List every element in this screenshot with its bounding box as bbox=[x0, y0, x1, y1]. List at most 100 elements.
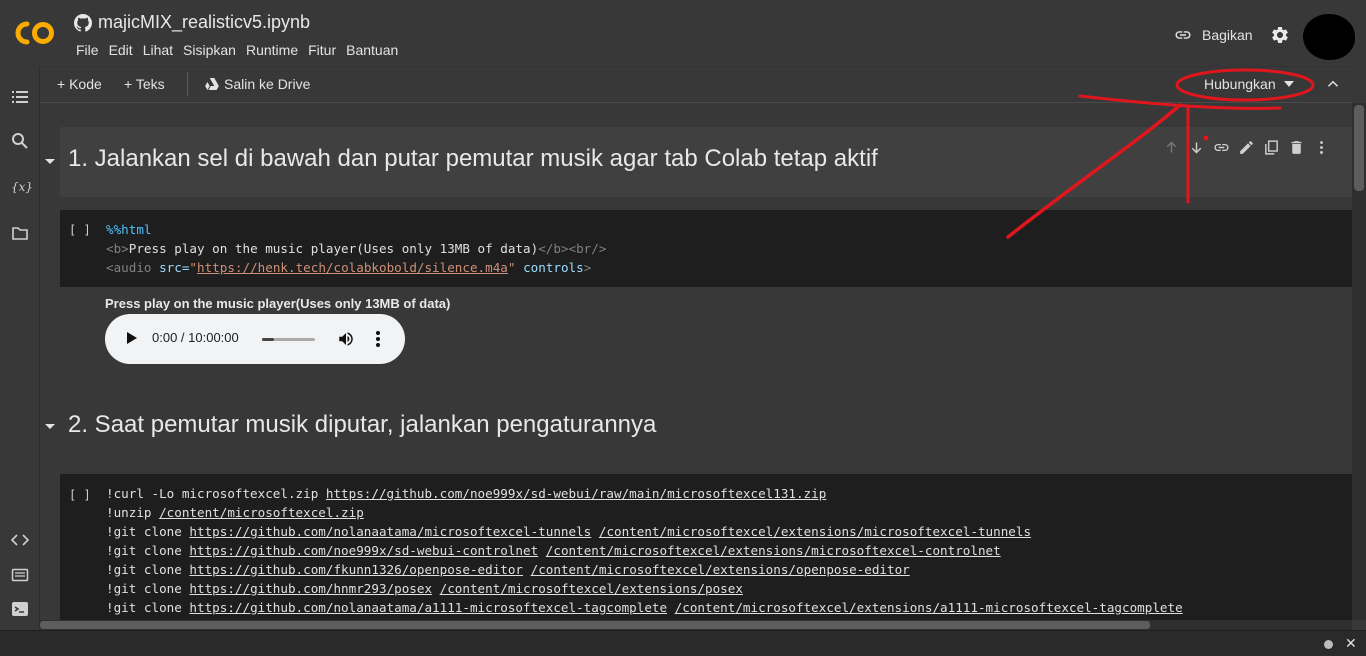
player-progress[interactable] bbox=[262, 338, 315, 341]
code-token: <audio bbox=[106, 260, 160, 275]
audio-player[interactable]: 0:00 / 10:00:00 bbox=[105, 314, 405, 364]
terminal-icon[interactable] bbox=[11, 600, 29, 618]
connect-label: Hubungkan bbox=[1204, 76, 1276, 92]
notebook-toolbar: + Kode + Teks Salin ke Drive Hubungkan bbox=[40, 66, 1352, 103]
code-link[interactable]: https://github.com/fkunn1326/openpose-ed… bbox=[189, 562, 523, 577]
code-token: %%html bbox=[106, 222, 152, 237]
code-token: !git clone bbox=[106, 543, 190, 558]
colab-window: majicMIX_realisticv5.ipynb File Edit Lih… bbox=[0, 0, 1366, 656]
run-cell-button[interactable]: [ ] bbox=[69, 488, 91, 502]
variables-icon[interactable]: {x} bbox=[11, 178, 33, 196]
horizontal-scrollbar[interactable] bbox=[40, 620, 1352, 630]
copy-to-drive-label: Salin ke Drive bbox=[224, 76, 311, 92]
code-token: !git clone bbox=[106, 524, 190, 539]
add-code-button[interactable]: + Kode bbox=[57, 76, 102, 92]
drive-icon bbox=[205, 78, 219, 90]
play-icon[interactable] bbox=[127, 332, 137, 344]
player-more-icon[interactable] bbox=[375, 330, 381, 348]
code-editor[interactable]: !curl -Lo microsoftexcel.zip https://git… bbox=[106, 484, 1183, 617]
folder-icon[interactable] bbox=[11, 224, 29, 242]
code-cell-1[interactable]: [ ] %%html <b>Press play on the music pl… bbox=[60, 210, 1352, 287]
code-link[interactable]: /content/microsoftexcel/extensions/micro… bbox=[546, 543, 1001, 558]
scrollbar-thumb[interactable] bbox=[40, 621, 1150, 629]
colab-logo-icon[interactable] bbox=[14, 20, 56, 46]
more-vert-icon[interactable] bbox=[1313, 139, 1330, 156]
menu-runtime[interactable]: Runtime bbox=[241, 42, 303, 58]
add-text-button[interactable]: + Teks bbox=[124, 76, 165, 92]
code-token: !git clone bbox=[106, 562, 190, 577]
code-line: !git clone https://github.com/nolanaatam… bbox=[106, 522, 1183, 541]
code-cell-2[interactable]: [ ] !curl -Lo microsoftexcel.zip https:/… bbox=[60, 474, 1352, 620]
code-link[interactable]: /content/microsoftexcel/extensions/a1111… bbox=[675, 600, 1183, 615]
settings-gear-icon[interactable] bbox=[1270, 25, 1290, 45]
toc-icon[interactable] bbox=[11, 88, 29, 106]
run-cell-button[interactable]: [ ] bbox=[69, 223, 91, 237]
add-text-label: + Teks bbox=[124, 76, 165, 92]
menu-insert[interactable]: Sisipkan bbox=[178, 42, 241, 58]
code-link[interactable]: https://github.com/nolanaatama/a1111-mic… bbox=[189, 600, 667, 615]
code-link[interactable]: https://github.com/nolanaatama/microsoft… bbox=[189, 524, 591, 539]
section-collapse-icon[interactable] bbox=[45, 156, 55, 166]
menu-edit[interactable]: Edit bbox=[104, 42, 138, 58]
code-token: Press play on the music player(Uses only… bbox=[128, 241, 539, 256]
cell-toolbar bbox=[1163, 139, 1330, 156]
code-token: src= bbox=[159, 260, 190, 275]
code-editor[interactable]: %%html <b>Press play on the music player… bbox=[106, 220, 606, 277]
menu-view[interactable]: Lihat bbox=[138, 42, 178, 58]
code-line: !git clone https://github.com/fkunn1326/… bbox=[106, 560, 1183, 579]
code-line: !curl -Lo microsoftexcel.zip https://git… bbox=[106, 484, 1183, 503]
player-time: 0:00 / 10:00:00 bbox=[152, 330, 239, 345]
code-link[interactable]: /content/microsoftexcel.zip bbox=[159, 505, 364, 520]
github-icon bbox=[74, 13, 92, 32]
code-link[interactable]: /content/microsoftexcel/extensions/posex bbox=[440, 581, 743, 596]
link-icon bbox=[1175, 31, 1191, 39]
section-collapse-icon[interactable] bbox=[45, 421, 55, 431]
menu-file[interactable]: File bbox=[71, 42, 104, 58]
code-link[interactable]: https://github.com/hnmr293/posex bbox=[189, 581, 432, 596]
vertical-scrollbar[interactable] bbox=[1352, 103, 1366, 620]
code-token: > bbox=[583, 260, 592, 275]
code-link[interactable]: /content/microsoftexcel/extensions/openp… bbox=[531, 562, 910, 577]
move-up-icon[interactable] bbox=[1163, 139, 1180, 156]
move-down-icon[interactable] bbox=[1188, 139, 1205, 156]
code-line: !unzip /content/microsoftexcel.zip bbox=[106, 503, 1183, 522]
code-link[interactable]: /content/microsoftexcel/extensions/micro… bbox=[599, 524, 1031, 539]
section-heading-2: 2. Saat pemutar musik diputar, jalankan … bbox=[68, 411, 657, 438]
command-palette-icon[interactable] bbox=[11, 566, 29, 584]
title-row: majicMIX_realisticv5.ipynb bbox=[74, 12, 310, 33]
menu-tools[interactable]: Fitur bbox=[303, 42, 341, 58]
link-icon[interactable] bbox=[1213, 139, 1230, 156]
status-dot-icon bbox=[1324, 640, 1333, 649]
notebook-main: 1. Jalankan sel di bawah dan putar pemut… bbox=[40, 103, 1352, 620]
delete-icon[interactable] bbox=[1288, 139, 1305, 156]
code-token: !git clone bbox=[106, 600, 190, 615]
collapse-header-icon[interactable] bbox=[1324, 75, 1342, 93]
code-token: !curl -Lo microsoftexcel.zip bbox=[106, 486, 326, 501]
menu-help[interactable]: Bantuan bbox=[341, 42, 403, 58]
scrollbar-thumb[interactable] bbox=[1354, 105, 1364, 191]
code-token: !git clone bbox=[106, 581, 190, 596]
search-icon[interactable] bbox=[11, 132, 29, 150]
code-link[interactable]: https://github.com/noe999x/sd-webui/raw/… bbox=[326, 486, 826, 501]
menu-bar: File Edit Lihat Sisipkan Runtime Fitur B… bbox=[71, 42, 403, 58]
code-snippets-icon[interactable] bbox=[11, 531, 29, 549]
code-link[interactable]: https://github.com/noe999x/sd-webui-cont… bbox=[189, 543, 538, 558]
status-bar: ✕ bbox=[0, 630, 1366, 656]
close-icon[interactable]: ✕ bbox=[1345, 635, 1357, 652]
edit-icon[interactable] bbox=[1238, 139, 1255, 156]
toolbar-divider bbox=[187, 72, 188, 96]
code-token: <b> bbox=[106, 241, 129, 256]
mirror-cell-icon[interactable] bbox=[1263, 139, 1280, 156]
player-progress-fill bbox=[262, 338, 274, 341]
code-line: !git clone https://github.com/hnmr293/po… bbox=[106, 579, 1183, 598]
connect-button[interactable]: Hubungkan bbox=[1204, 76, 1294, 92]
code-link[interactable]: https://henk.tech/colabkobold/silence.m4… bbox=[197, 260, 508, 275]
share-button[interactable]: Bagikan bbox=[1174, 26, 1253, 44]
code-token: controls bbox=[515, 260, 584, 275]
copy-to-drive-button[interactable]: Salin ke Drive bbox=[205, 76, 310, 92]
volume-icon[interactable] bbox=[337, 330, 355, 348]
notebook-title[interactable]: majicMIX_realisticv5.ipynb bbox=[98, 12, 310, 33]
account-avatar[interactable] bbox=[1303, 14, 1355, 60]
header: majicMIX_realisticv5.ipynb File Edit Lih… bbox=[0, 0, 1366, 66]
